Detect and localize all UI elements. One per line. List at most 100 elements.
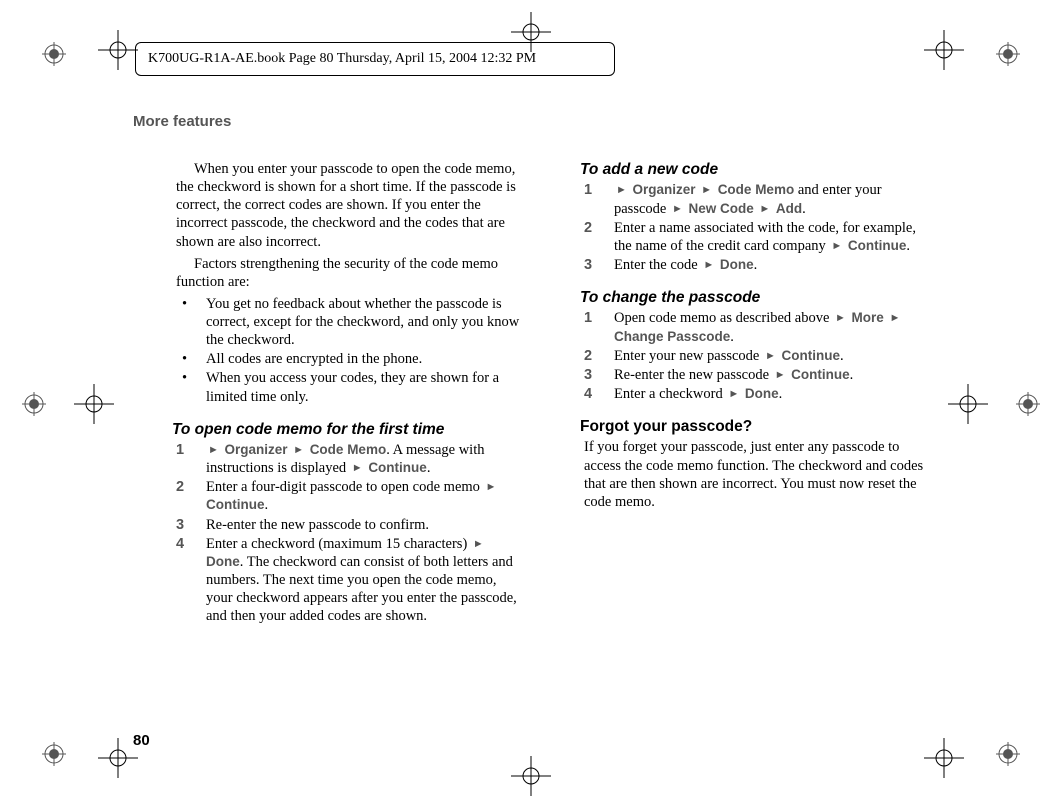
registration-mark-icon [948,384,988,424]
step-number: 1 [584,309,592,327]
list-item: 3 Re-enter the new passcode ► Continue. [584,366,929,384]
step-text: . [730,329,734,345]
step-number: 3 [176,516,184,534]
step-text: Open code memo as described above [614,310,833,326]
step-number: 2 [584,347,592,365]
list-item: 3 Enter the code ► Done. [584,256,929,274]
left-column: When you enter your passcode to open the… [176,160,521,626]
arrow-icon: ► [291,444,306,456]
menu-path: Continue [206,497,265,512]
crop-mark-icon [42,42,66,66]
list-item: 1 ► Organizer ► Code Memo and enter your… [584,181,929,217]
step-text: . [427,460,431,476]
menu-path: Done [745,386,779,401]
arrow-icon: ► [887,312,902,324]
list-item: 2 Enter your new passcode ► Continue. [584,347,929,365]
list-item: 4 Enter a checkword ► Done. [584,385,929,403]
list-item: All codes are encrypted in the phone. [176,350,521,368]
step-number: 1 [584,181,592,199]
crop-mark-icon [1016,392,1040,416]
list-item: When you access your codes, they are sho… [176,369,521,405]
arrow-icon: ► [763,350,778,362]
menu-path: Done [720,257,754,272]
registration-mark-icon [924,738,964,778]
arrow-icon: ► [670,203,685,215]
step-text: . [265,497,269,513]
menu-path: Code Memo [310,442,387,457]
registration-mark-icon [74,384,114,424]
change-passcode-steps: 1 Open code memo as described above ► Mo… [584,309,929,403]
arrow-icon: ► [699,184,714,196]
step-number: 3 [584,256,592,274]
step-text: . [906,238,910,254]
step-number: 1 [176,441,184,459]
list-item: 2 Enter a name associated with the code,… [584,219,929,255]
menu-path: Continue [848,238,907,253]
arrow-icon: ► [614,184,629,196]
arrow-icon: ► [757,203,772,215]
menu-path: Continue [368,460,427,475]
registration-mark-icon [98,738,138,778]
menu-path: Organizer [225,442,288,457]
security-bullets: You get no feedback about whether the pa… [176,295,521,406]
step-text: Enter a checkword (maximum 15 characters… [206,536,471,552]
section-title: More features [133,113,231,130]
registration-mark-icon [98,30,138,70]
step-text: Enter your new passcode [614,348,763,364]
arrow-icon: ► [773,369,788,381]
crop-mark-icon [996,742,1020,766]
arrow-icon: ► [701,259,716,271]
list-item: 4 Enter a checkword (maximum 15 characte… [176,535,521,626]
list-item: 2 Enter a four-digit passcode to open co… [176,478,521,514]
menu-path: Organizer [633,182,696,197]
menu-path: Code Memo [718,182,795,197]
crop-mark-icon [22,392,46,416]
arrow-icon: ► [471,538,486,550]
step-number: 2 [176,478,184,496]
step-text: Re-enter the new passcode to confirm. [206,517,429,533]
registration-mark-icon [511,12,551,52]
step-number: 2 [584,219,592,237]
step-text: Enter a four-digit passcode to open code… [206,479,484,495]
step-text: . [754,257,758,273]
step-text: Enter the code [614,257,701,273]
crop-mark-icon [42,742,66,766]
arrow-icon: ► [206,444,221,456]
step-text: . [840,348,844,364]
change-passcode-heading: To change the passcode [580,288,929,307]
registration-mark-icon [924,30,964,70]
step-text: . The checkword can consist of both lett… [206,554,517,624]
step-number: 3 [584,366,592,384]
intro-para-1: When you enter your passcode to open the… [176,160,521,251]
forgot-passcode-text: If you forget your passcode, just enter … [584,438,929,511]
add-code-heading: To add a new code [580,160,929,179]
menu-path: Continue [782,348,841,363]
step-text: . [779,386,783,402]
arrow-icon: ► [350,462,365,474]
list-item: 1 Open code memo as described above ► Mo… [584,309,929,345]
add-code-steps: 1 ► Organizer ► Code Memo and enter your… [584,181,929,274]
crop-mark-icon [996,42,1020,66]
intro-para-2: Factors strengthening the security of th… [176,255,521,291]
menu-path: New Code [688,201,753,216]
step-number: 4 [584,385,592,403]
registration-mark-icon [511,756,551,796]
step-number: 4 [176,535,184,553]
step-text: Enter a checkword [614,386,726,402]
list-item: You get no feedback about whether the pa… [176,295,521,349]
arrow-icon: ► [829,240,844,252]
right-column: To add a new code 1 ► Organizer ► Code M… [584,160,929,515]
step-text: . [802,201,806,217]
arrow-icon: ► [726,388,741,400]
menu-path: Add [776,201,802,216]
page-header-text: K700UG-R1A-AE.book Page 80 Thursday, Apr… [148,51,536,66]
step-text: . [850,367,854,383]
menu-path: Change Passcode [614,329,730,344]
list-item: 3 Re-enter the new passcode to confirm. [176,516,521,534]
arrow-icon: ► [833,312,848,324]
arrow-icon: ► [484,481,499,493]
forgot-passcode-heading: Forgot your passcode? [580,417,929,436]
menu-path: Continue [791,367,850,382]
list-item: 1 ► Organizer ► Code Memo. A message wit… [176,441,521,477]
menu-path: Done [206,554,240,569]
